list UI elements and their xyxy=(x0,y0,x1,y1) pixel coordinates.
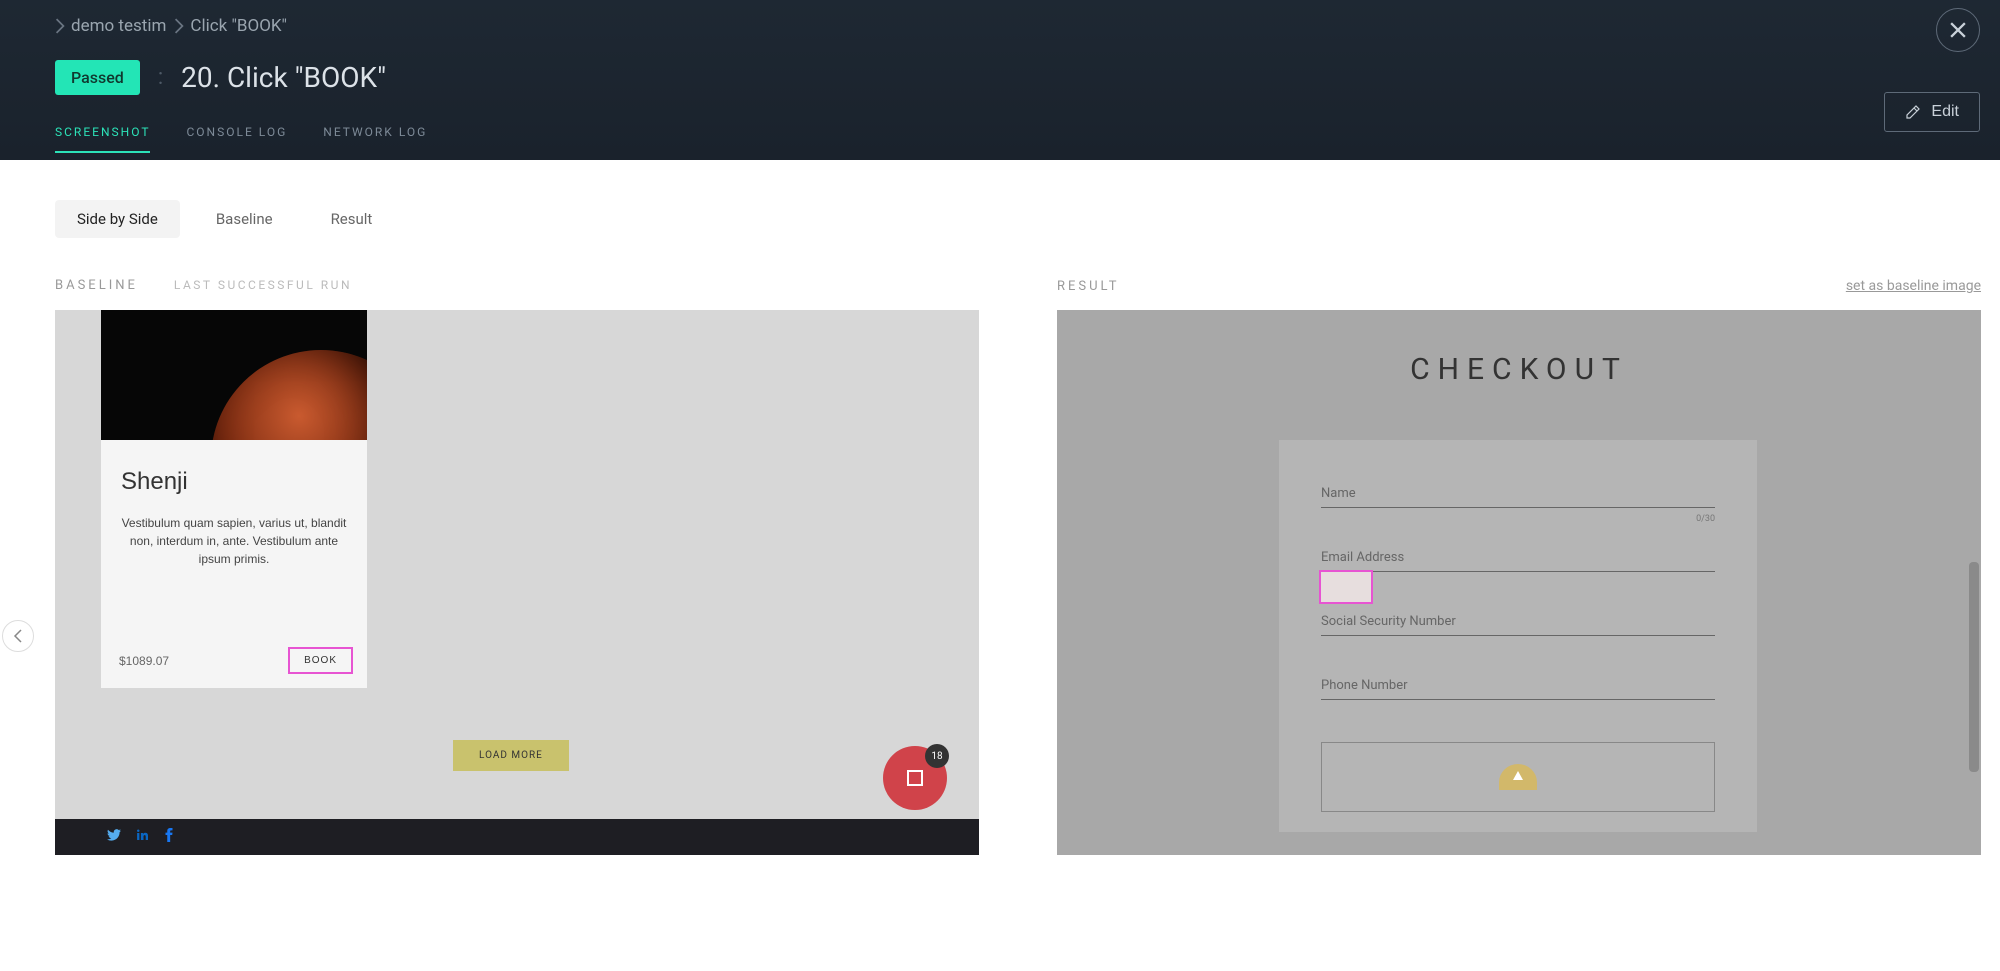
chevron-right-icon xyxy=(55,18,65,34)
email-label: Email Address xyxy=(1321,550,1715,565)
field-underline xyxy=(1321,635,1715,636)
twitter-icon xyxy=(107,829,121,845)
set-as-baseline-link[interactable]: set as baseline image xyxy=(1846,278,1981,294)
view-tabs: Side by Side Baseline Result xyxy=(55,200,1980,238)
checkout-form: Name 0/30 Email Address Social Security … xyxy=(1279,440,1757,832)
product-title: Shenji xyxy=(121,468,347,496)
highlight-rectangle xyxy=(1319,570,1373,604)
title-row: Passed : 20. Click "BOOK" xyxy=(55,60,1945,95)
field-underline xyxy=(1321,507,1715,508)
view-tab-baseline[interactable]: Baseline xyxy=(194,200,295,238)
stop-icon xyxy=(907,770,923,786)
tab-screenshot[interactable]: Screenshot xyxy=(55,125,150,153)
field-underline xyxy=(1321,571,1715,572)
phone-label: Phone Number xyxy=(1321,678,1715,693)
product-card: Shenji Vestibulum quam sapien, varius ut… xyxy=(101,440,367,688)
name-field: Name 0/30 xyxy=(1321,486,1715,508)
baseline-sublabel: Last Successful Run xyxy=(174,278,352,292)
cart-fab: 18 xyxy=(883,746,947,810)
result-panel: Result set as baseline image CHECKOUT Na… xyxy=(1057,278,1981,855)
phone-field: Phone Number xyxy=(1321,678,1715,700)
previous-step-button[interactable] xyxy=(2,620,34,652)
chevron-right-icon xyxy=(174,18,184,34)
baseline-label: Baseline xyxy=(55,278,138,293)
product-price: $1089.07 xyxy=(119,654,169,668)
pencil-icon xyxy=(1905,104,1921,120)
result-label: Result xyxy=(1057,279,1120,294)
upload-box xyxy=(1321,742,1715,812)
view-tab-result[interactable]: Result xyxy=(309,200,395,238)
ssn-field: Social Security Number xyxy=(1321,614,1715,636)
close-icon xyxy=(1950,22,1966,38)
name-counter: 0/30 xyxy=(1696,514,1715,524)
baseline-panel: Baseline Last Successful Run Shenji Vest… xyxy=(55,278,979,855)
footer-bar xyxy=(55,819,979,855)
breadcrumb-item-2[interactable]: Click "BOOK" xyxy=(190,16,287,36)
content: Side by Side Baseline Result Baseline La… xyxy=(0,160,2000,971)
ssn-label: Social Security Number xyxy=(1321,614,1715,629)
product-description: Vestibulum quam sapien, varius ut, bland… xyxy=(121,514,347,568)
result-panel-header: Result set as baseline image xyxy=(1057,278,1981,300)
title-separator: : xyxy=(158,65,163,90)
main-tabs: Screenshot Console Log Network Log xyxy=(55,121,1945,153)
load-more-button: LOAD MORE xyxy=(453,740,569,771)
baseline-screenshot[interactable]: Shenji Vestibulum quam sapien, varius ut… xyxy=(55,310,979,855)
result-screenshot[interactable]: CHECKOUT Name 0/30 Email Address Social … xyxy=(1057,310,1981,855)
product-image xyxy=(101,310,367,440)
field-underline xyxy=(1321,699,1715,700)
cart-badge: 18 xyxy=(925,744,949,768)
breadcrumb-item-1[interactable]: demo testim xyxy=(71,16,166,36)
scrollbar-thumb[interactable] xyxy=(1969,562,1979,772)
tab-network-log[interactable]: Network Log xyxy=(323,125,427,153)
close-button[interactable] xyxy=(1936,8,1980,52)
book-button-highlighted: BOOK xyxy=(288,647,353,674)
email-field: Email Address xyxy=(1321,550,1715,572)
step-title: 20. Click "BOOK" xyxy=(181,61,386,94)
view-tab-side-by-side[interactable]: Side by Side xyxy=(55,200,180,238)
edit-button[interactable]: Edit xyxy=(1884,92,1980,132)
cloud-upload-icon xyxy=(1499,764,1537,790)
status-badge: Passed xyxy=(55,60,140,95)
edit-button-label: Edit xyxy=(1931,103,1959,121)
chevron-left-icon xyxy=(13,629,23,643)
facebook-icon xyxy=(165,828,173,846)
header: demo testim Click "BOOK" Passed : 20. Cl… xyxy=(0,0,2000,160)
checkout-title: CHECKOUT xyxy=(1057,352,1981,387)
compare-container: Baseline Last Successful Run Shenji Vest… xyxy=(55,278,1980,855)
breadcrumb: demo testim Click "BOOK" xyxy=(55,16,1945,36)
baseline-panel-header: Baseline Last Successful Run xyxy=(55,278,979,300)
tab-console-log[interactable]: Console Log xyxy=(186,125,287,153)
name-label: Name xyxy=(1321,486,1715,501)
planet-icon xyxy=(211,350,367,440)
linkedin-icon xyxy=(137,829,149,845)
